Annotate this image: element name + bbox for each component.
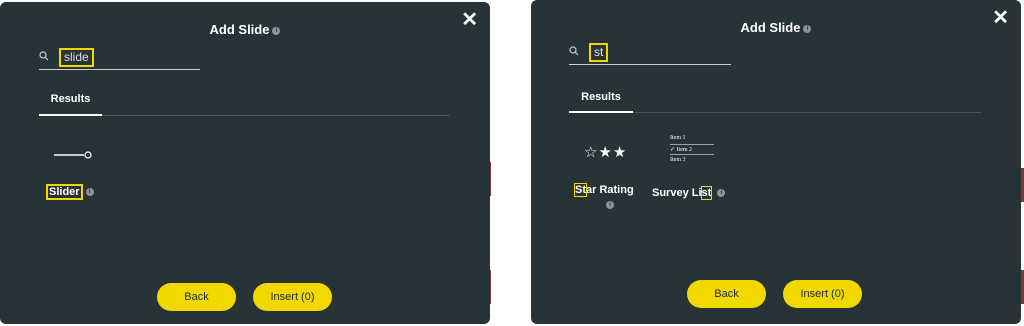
tab-results[interactable]: Results (569, 91, 633, 103)
close-icon[interactable]: ✕ (992, 8, 1009, 28)
info-icon[interactable]: i (85, 188, 94, 197)
result-survey-list[interactable]: Survey List i (652, 186, 726, 200)
insert-button[interactable]: Insert (0) (253, 283, 332, 311)
survey-list-icon[interactable]: Item 1 ✓ Item 2 Item 3 (670, 133, 714, 166)
back-button[interactable]: Back (157, 283, 236, 311)
search-input[interactable]: st (589, 43, 609, 62)
dialog-title: Add Slide i (531, 20, 1021, 35)
search-field[interactable]: st (569, 43, 731, 65)
tab-results[interactable]: Results (39, 93, 102, 105)
match-highlight: st (700, 186, 713, 200)
info-icon[interactable]: i (606, 201, 614, 209)
close-icon[interactable]: ✕ (461, 10, 478, 30)
search-icon (39, 51, 49, 61)
add-slide-dialog: Add Slide i ✕ st Results ☆★★ Star Rating … (531, 0, 1021, 324)
tab-underline (569, 111, 633, 113)
info-icon[interactable]: i (717, 189, 726, 198)
insert-button[interactable]: Insert (0) (783, 280, 862, 308)
search-input[interactable]: slide (59, 48, 94, 67)
result-star-rating[interactable]: Star Rating (574, 183, 634, 197)
search-field[interactable]: slide (39, 48, 200, 70)
slider-icon[interactable] (54, 150, 94, 160)
search-icon (569, 46, 579, 56)
star-rating-icon[interactable]: ☆★★ (584, 143, 627, 161)
dialog-title: Add Slide i (0, 22, 490, 37)
survey-item: Item 3 (670, 157, 686, 163)
match-highlight: St (574, 183, 587, 197)
back-button[interactable]: Back (687, 280, 766, 308)
result-label: Slider (46, 184, 83, 200)
info-icon[interactable]: i (272, 26, 281, 35)
survey-item: Item 1 (670, 135, 686, 141)
info-icon[interactable]: i (803, 24, 812, 33)
result-slider[interactable]: Slider i (46, 184, 94, 200)
tab-divider (102, 115, 450, 116)
add-slide-dialog: Add Slide i ✕ slide Results Slider i Back … (0, 2, 490, 324)
survey-item-selected: ✓ Item 2 (670, 144, 714, 155)
tab-divider (633, 112, 981, 113)
tab-underline (39, 114, 102, 116)
